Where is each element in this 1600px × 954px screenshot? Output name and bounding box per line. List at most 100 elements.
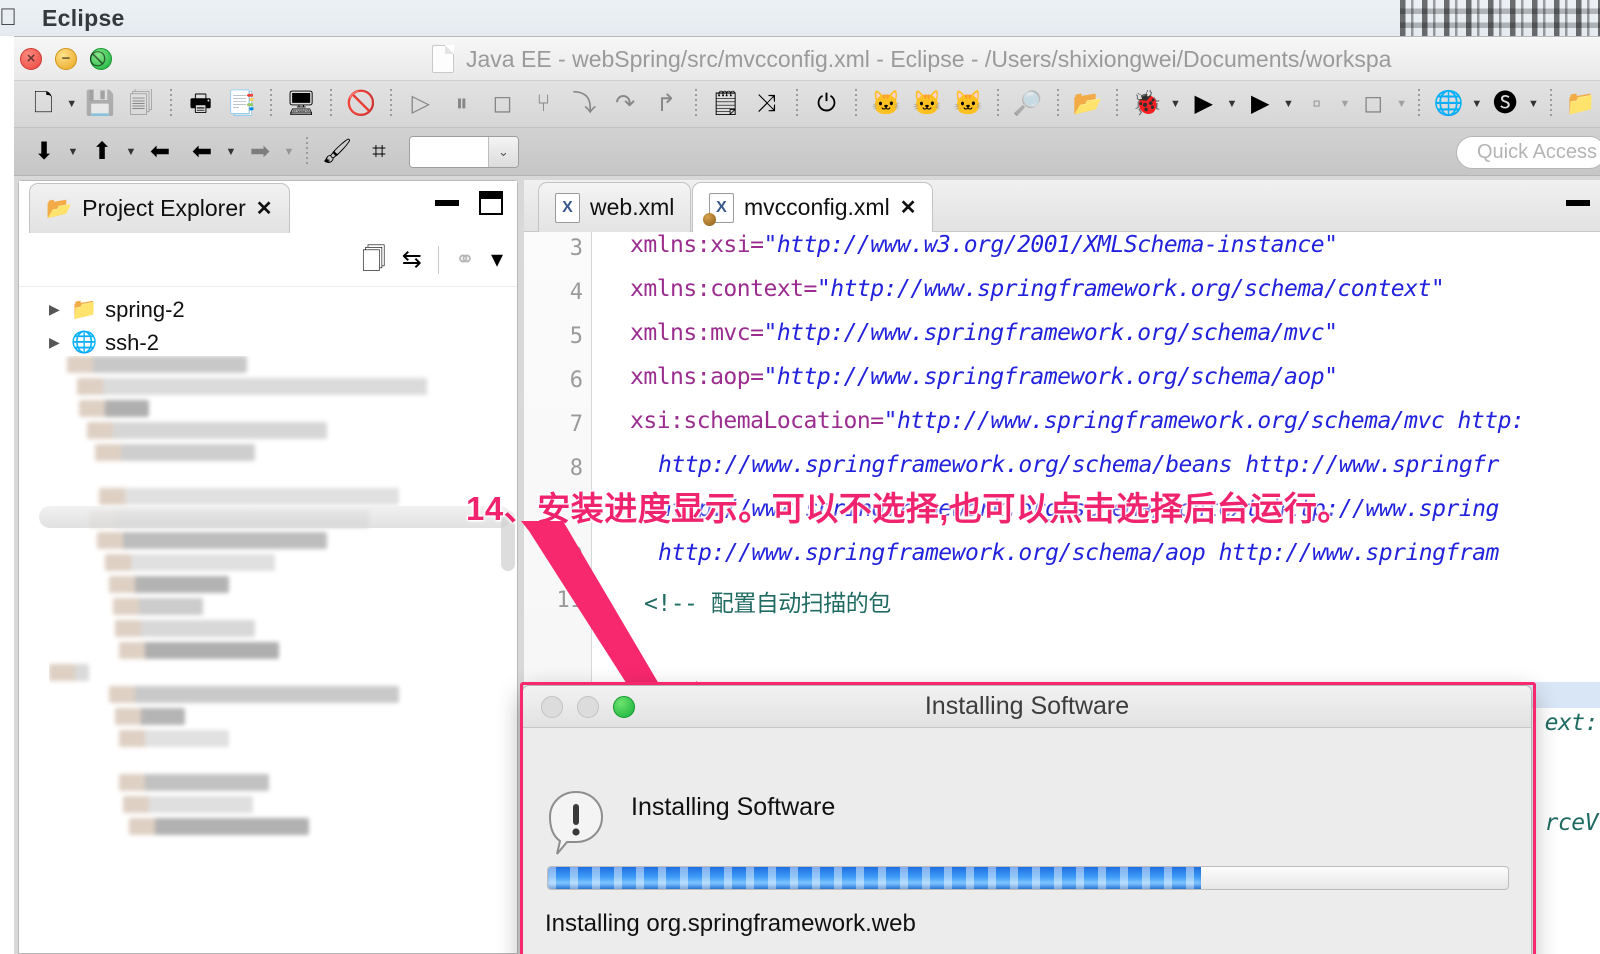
view-menu-icon[interactable]: ▾ [491, 247, 503, 272]
debug-button[interactable]: 🐞 [1128, 84, 1167, 124]
new-folder-button[interactable]: 📂 [1068, 84, 1107, 124]
forward-button-dropdown-arrow[interactable]: ▼ [282, 132, 296, 172]
window-traffic-lights: × − ⃠ [20, 47, 112, 70]
installing-software-dialog[interactable]: Installing Software Installing Software … [522, 685, 1532, 954]
save-button: 💾 [85, 90, 115, 117]
code-token: "http://www.w3.org/2001/XMLSchema-instan… [763, 232, 1338, 258]
open-task-button[interactable]: 🗒 [706, 84, 745, 124]
close-icon[interactable]: ✕ [900, 195, 917, 220]
list-item[interactable]: ▶ 📁 spring-2 [49, 293, 517, 326]
censored-row [109, 576, 229, 593]
skip-breakpoints-button[interactable]: 🚫 [342, 84, 381, 124]
code-line: xmlns:context="http://www.springframewor… [630, 276, 1445, 302]
run-button-dropdown-arrow[interactable]: ▼ [1225, 84, 1239, 124]
tomcat-restart-button[interactable]: 🐱 [949, 84, 988, 124]
expand-arrow-icon[interactable]: ▶ [49, 334, 63, 351]
close-icon[interactable]: ✕ [256, 196, 273, 221]
project-tree: ▶ 📁 spring-2 ▶ 🌐 ssh-2 [19, 287, 517, 359]
server-start-button[interactable]: ⏻ [807, 84, 846, 124]
warning-exclamation-icon [548, 790, 604, 855]
pin-editor-button[interactable]: 🖌 [317, 132, 357, 172]
new-web-project-button-dropdown-arrow[interactable]: ▼ [1470, 84, 1484, 124]
search-button: 🔎 [1012, 90, 1043, 117]
list-item-label: spring-2 [105, 296, 185, 322]
minimize-button[interactable]: − [55, 47, 77, 70]
close-button[interactable]: × [20, 47, 42, 70]
tab-project-explorer[interactable]: 📂 Project Explorer ✕ [29, 183, 290, 233]
toolbar-separator [327, 89, 335, 119]
dialog-title-bar: Installing Software [523, 686, 1531, 728]
tab-web-xml[interactable]: Xweb.xml [538, 182, 692, 232]
toolbar-separator [167, 89, 175, 119]
open-type-button[interactable]: ⤨ [747, 84, 786, 124]
censored-row [77, 378, 427, 395]
last-edit-location-button[interactable]: ⬅ [140, 132, 180, 172]
menu-bar-status-items-censored [1400, 0, 1600, 36]
censored-row [67, 356, 247, 373]
next-annotation-button[interactable]: ⬆ [82, 132, 122, 172]
toolbar-separator [994, 89, 1002, 119]
print-button[interactable]: 🖶 [181, 84, 220, 124]
step-over-button: ↷ [615, 90, 636, 117]
code-token: xmlns:aop= [630, 364, 764, 390]
tomcat-stop-button[interactable]: 🐱 [908, 84, 947, 124]
dialog-heading: Installing Software [631, 793, 836, 821]
working-set-combo[interactable]: ⌄ [409, 135, 519, 168]
dialog-title: Installing Software [924, 692, 1130, 720]
project-explorer-tab-label: Project Explorer [82, 195, 246, 221]
debug-button-dropdown-arrow[interactable]: ▼ [1169, 84, 1183, 124]
code-line: http://www.springframework.org/schema/be… [658, 452, 1499, 478]
tab-mvcconfig-xml[interactable]: Xmvcconfig.xml ✕ [692, 182, 934, 232]
censored-row [119, 642, 279, 659]
install-progress-fill [548, 867, 1201, 889]
line-number: 4 [569, 280, 583, 305]
code-token: xmlns:context= [630, 276, 817, 302]
next-annotation-button-dropdown-arrow[interactable]: ▼ [124, 132, 138, 172]
external-tools-button-dropdown-arrow[interactable]: ▼ [1338, 84, 1352, 124]
code-line: xmlns:aop="http://www.springframework.or… [630, 364, 1338, 390]
new-spring-bean-button[interactable]: 🅢 [1486, 84, 1525, 124]
previous-annotation-button-dropdown-arrow[interactable]: ▼ [66, 132, 80, 172]
run-as-server-button-dropdown-arrow[interactable]: ▼ [1282, 84, 1296, 124]
link-with-editor-icon[interactable]: ⇆ [402, 247, 422, 272]
editor-tab-label: mvcconfig.xml [744, 194, 890, 220]
collapse-all-icon[interactable]: 🗍 [362, 247, 386, 272]
expand-arrow-icon[interactable]: ▶ [49, 301, 63, 318]
disconnect-button: ⑂ [536, 90, 551, 117]
run-button[interactable]: ▶ [1184, 84, 1223, 124]
new-wizard-button-dropdown-arrow[interactable]: ▼ [65, 84, 79, 124]
working-set-value[interactable] [410, 136, 488, 167]
back-button-dropdown-arrow[interactable]: ▼ [224, 132, 238, 172]
workbench-area: 📂 Project Explorer ✕ 🗍 ⇆ ⚭ ▾ ▶ 📁 spring-… [14, 176, 1600, 954]
previous-annotation-button[interactable]: ⬇ [24, 132, 64, 172]
chevron-down-icon[interactable]: ⌄ [488, 136, 518, 167]
editor-minimize-icon[interactable] [1566, 200, 1590, 206]
new-wizard-button[interactable]: 🗋 [24, 84, 63, 124]
apple-icon[interactable]:  [0, 6, 22, 30]
keypad-button[interactable]: ⌗ [359, 132, 399, 172]
quick-access-input[interactable]: Quick Access [1456, 136, 1600, 169]
zoom-button[interactable]: ⃠ [90, 47, 112, 70]
list-item[interactable]: ▶ 🌐 ssh-2 [49, 326, 517, 359]
export-button[interactable]: 📑 [222, 84, 261, 124]
window-title-bar: × − ⃠ Java EE - webSpring/src/mvcconfig.… [14, 37, 1600, 81]
profile-button-dropdown-arrow[interactable]: ▼ [1395, 84, 1409, 124]
minimize-icon[interactable] [435, 200, 459, 206]
toolbar-separator [793, 89, 800, 119]
tomcat-start-button[interactable]: 🐱 [867, 84, 906, 124]
focus-active-task-icon[interactable]: ⚭ [455, 247, 475, 272]
line-number: 5 [569, 324, 583, 349]
suspend-button: ⏸ [455, 90, 468, 117]
maximize-icon[interactable] [479, 191, 503, 215]
censored-row [109, 686, 399, 703]
horizontal-scrollbar[interactable] [39, 506, 511, 528]
new-spring-bean-button-dropdown-arrow[interactable]: ▼ [1527, 84, 1541, 124]
main-toolbar-row-1: 🗋 ▼ 💾 🗐 🖶 📑 🖥 🚫 ▷ ⏸ ◻ ⑂ ⤵ ↷ ↱ 🗒 ⤨ ⏻ 🐱 🐱 🐱 🔎 📂 🐞 ▼ ▶ ▼ ▶ ▼ ▫ ▼ ◻ ▼ 🌐 ▼ 🅢 ▼ 📁 [14, 81, 1600, 128]
console-button[interactable]: 🖥 [282, 84, 321, 124]
run-as-server-button[interactable]: ▶ [1241, 84, 1280, 124]
open-resource-button[interactable]: 📁 [1561, 84, 1600, 124]
back-button[interactable]: ⬅ [182, 132, 222, 172]
censored-row [123, 796, 253, 813]
censored-row [99, 488, 399, 505]
new-web-project-button[interactable]: 🌐 [1429, 84, 1468, 124]
